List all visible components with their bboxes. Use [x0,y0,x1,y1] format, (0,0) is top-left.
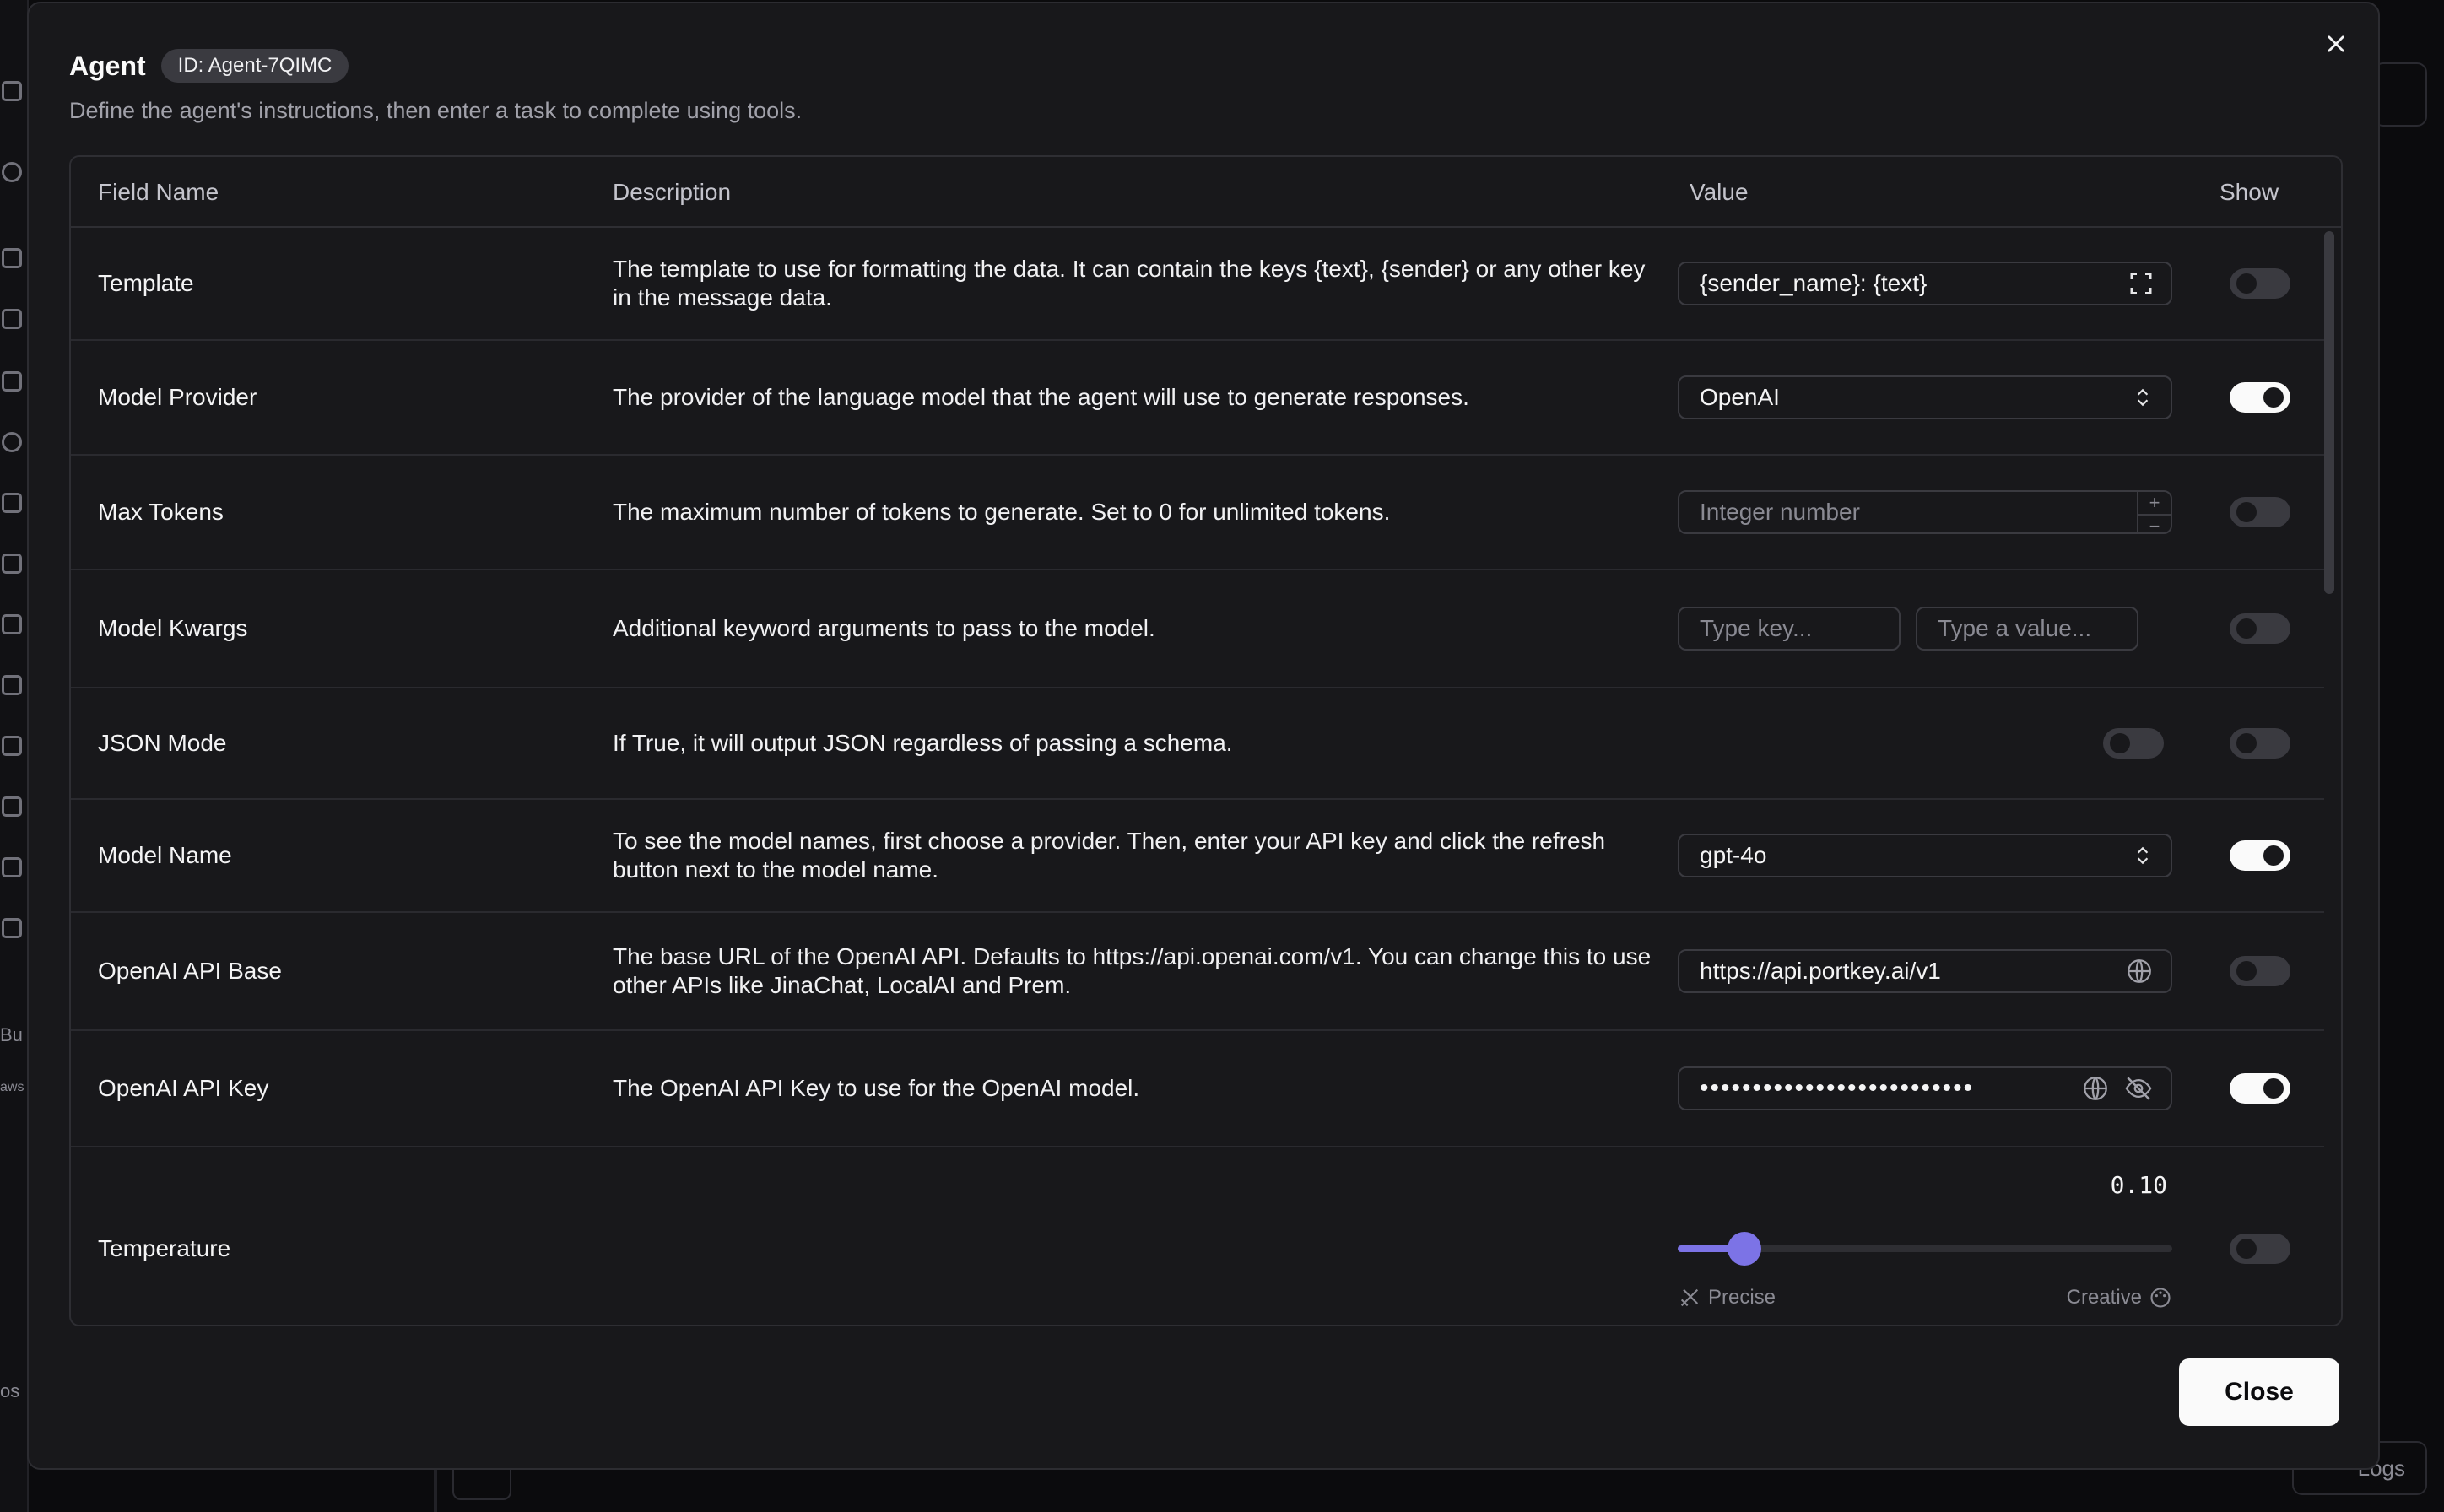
field-description: The provider of the language model that … [613,384,1469,410]
upload-icon [2,309,22,329]
field-name: Temperature [98,1235,231,1261]
header-field-name: Field Name [98,179,219,205]
show-toggle-model-kwargs[interactable] [2230,613,2290,644]
show-toggle-api-key[interactable] [2230,1073,2290,1104]
globe-icon[interactable] [2081,1074,2110,1103]
layers-icon [2,614,22,634]
sidebar-toggle-icon [2,81,22,101]
show-toggle-temperature[interactable] [2230,1234,2290,1264]
modal-header: Agent ID: Agent-7QIMC [69,49,349,83]
table-row: JSON Mode If True, it will output JSON r… [71,688,2324,800]
binary-icon [2,675,22,695]
field-name: Model Provider [98,384,257,410]
show-toggle-api-base[interactable] [2230,956,2290,986]
close-icon[interactable] [2319,27,2353,61]
slider-thumb[interactable] [1727,1232,1761,1266]
model-name-select[interactable]: gpt-4o [1678,834,2172,878]
eye-off-icon[interactable] [2123,1074,2154,1103]
cpu-icon [2,796,22,817]
download-icon [2,248,22,268]
table-row: OpenAI API Key The OpenAI API Key to use… [71,1031,2324,1148]
arrows-icon [2,857,22,878]
sidebar-section-label-2: os [0,1380,20,1401]
fields-table: Field Name Description Value Show Templa… [69,155,2343,1326]
terminal-icon [2,371,22,392]
sidebar-section-label: Bu [0,1024,23,1045]
search-icon [2,162,22,182]
field-name: Max Tokens [98,499,224,525]
palette-icon [2150,1288,2171,1308]
chevron-up-down-icon [2137,388,2149,407]
table-row: Model Kwargs Additional keyword argument… [71,570,2324,688]
show-toggle-template[interactable] [2230,268,2290,299]
field-name: JSON Mode [98,730,227,756]
chevron-up-down-icon [2137,846,2149,865]
modal-subtitle: Define the agent's instructions, then en… [69,98,803,123]
slider-value: 0.10 [2110,1171,2167,1199]
bot-icon [2,736,22,756]
max-tokens-input[interactable]: Integer number + − [1678,490,2172,537]
field-name: OpenAI API Key [98,1075,269,1101]
aws-logo: aws [0,1080,24,1094]
header-show: Show [2220,179,2279,205]
table-header: Field Name Description Value Show [71,157,2341,228]
header-description: Description [613,179,732,205]
decrement-icon[interactable]: − [2138,516,2171,537]
id-badge: ID: Agent-7QIMC [160,49,349,83]
database-icon [2,432,22,452]
kwargs-value-input[interactable]: Type a value... [1916,607,2138,651]
table-row: OpenAI API Base The base URL of the Open… [71,913,2324,1031]
field-description: The OpenAI API Key to use for the OpenAI… [613,1075,1140,1101]
expand-icon[interactable] [2128,271,2154,296]
background-chevron-button [2373,62,2427,127]
field-description: The maximum number of tokens to generate… [613,499,1391,525]
table-row: Template The template to use for formatt… [71,228,2324,341]
table-row: Temperature 0.10 Precise Creative [71,1148,2324,1325]
api-base-input[interactable]: https://api.portkey.ai/v1 [1678,949,2172,993]
show-toggle-max-tokens[interactable] [2230,497,2290,527]
show-toggle-model-provider[interactable] [2230,382,2290,413]
globe-icon[interactable] [2125,957,2154,986]
precise-icon [1680,1288,1699,1307]
modal-title: Agent [69,50,146,81]
field-description: The base URL of the OpenAI API. Defaults… [613,943,1652,998]
table-row: Max Tokens The maximum number of tokens … [71,456,2324,570]
field-description: The template to use for formatting the d… [613,256,1646,310]
table-scrollbar[interactable] [2324,231,2334,594]
field-name: Model Name [98,842,232,868]
template-input[interactable]: {sender_name}: {text} [1678,262,2172,305]
close-button[interactable]: Close [2179,1358,2339,1426]
show-toggle-model-name[interactable] [2230,840,2290,871]
field-name: Template [98,270,194,296]
kwargs-key-input[interactable]: Type key... [1678,607,1901,651]
filter-icon [2,493,22,513]
json-mode-toggle[interactable] [2103,728,2164,759]
creative-label: Creative [2067,1286,2172,1310]
field-description: Additional keyword arguments to pass to … [613,615,1155,641]
brain-icon [2,554,22,574]
field-description: If True, it will output JSON regardless … [613,730,1233,756]
table-row: Model Name To see the model names, first… [71,800,2324,913]
temperature-slider[interactable]: 0.10 Precise Creative [1678,1171,2176,1315]
api-key-input[interactable]: •••••••••••••••••••••••••• [1678,1066,2172,1110]
increment-icon[interactable]: + [2138,492,2171,516]
background-sidebar: Bu aws os [0,0,29,1512]
table-row: Model Provider The provider of the langu… [71,341,2324,456]
field-name: OpenAI API Base [98,958,282,984]
header-value: Value [1690,179,1749,205]
agent-modal: Agent ID: Agent-7QIMC Define the agent's… [27,2,2380,1470]
field-name: Model Kwargs [98,615,248,641]
wand-icon [2,918,22,938]
number-stepper[interactable]: + − [2137,492,2171,537]
field-description: To see the model names, first choose a p… [613,828,1606,883]
precise-label: Precise [1678,1286,1776,1310]
show-toggle-json-mode[interactable] [2230,728,2290,759]
model-provider-select[interactable]: OpenAI [1678,375,2172,419]
